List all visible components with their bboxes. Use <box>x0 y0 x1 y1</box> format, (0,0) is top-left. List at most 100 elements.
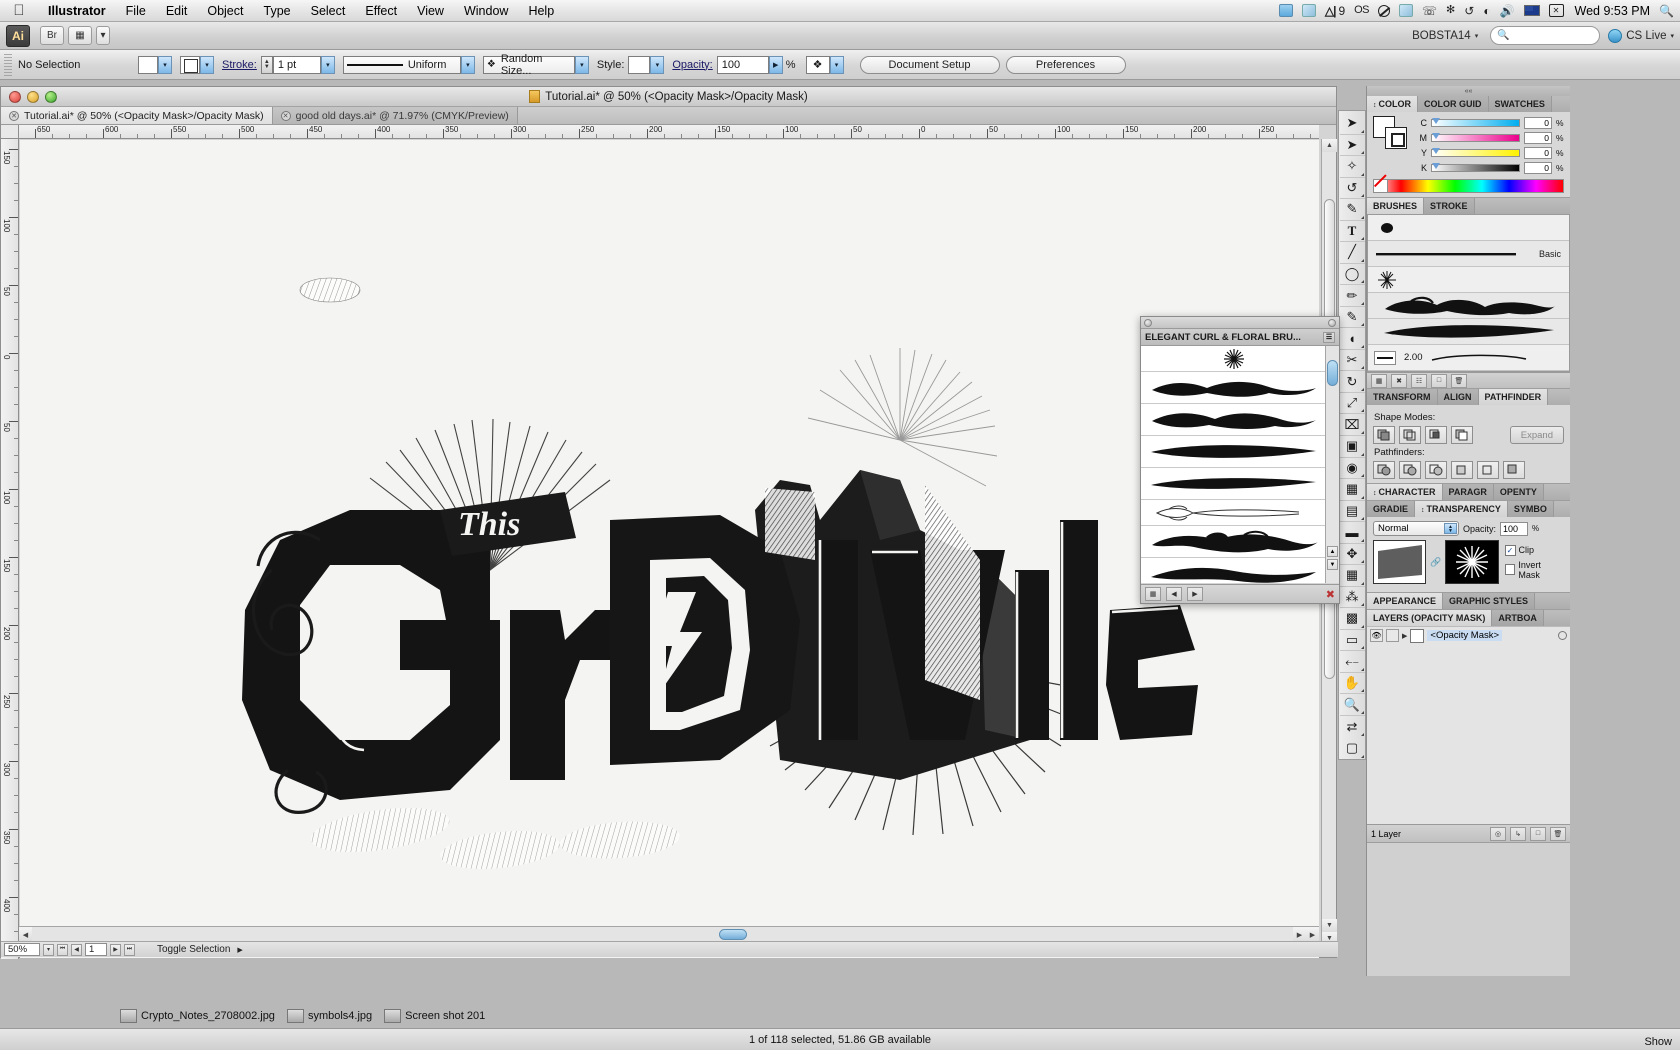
status-chevron-right-icon[interactable]: ▶ <box>237 946 242 954</box>
tool-line-segment[interactable]: ╱ <box>1340 242 1365 264</box>
graphic-style-dropdown-icon[interactable]: ▾ <box>650 56 664 74</box>
clip-checkbox[interactable]: ✓ <box>1505 545 1516 556</box>
tool-mesh[interactable]: ▤ <box>1340 501 1365 523</box>
intersect-button[interactable] <box>1425 426 1447 444</box>
brush-item-starburst[interactable] <box>1141 346 1327 372</box>
mask-thumbnail[interactable] <box>1445 540 1498 584</box>
zoom-level-input[interactable]: 50% <box>4 943 40 956</box>
brush-library-scroll-thumb[interactable] <box>1327 360 1338 386</box>
tab-paragraph[interactable]: PARAGR <box>1443 484 1494 500</box>
color-channel-c[interactable]: C 0 % <box>1417 116 1564 129</box>
make-clipping-mask-icon[interactable]: ◎ <box>1490 827 1506 841</box>
tab-swatches[interactable]: SWATCHES <box>1489 96 1552 112</box>
brush-item-wave-blob[interactable] <box>1141 372 1327 404</box>
brush-item-floral-curl[interactable] <box>1141 500 1327 526</box>
blend-mode-select[interactable]: Normal ▲▼ <box>1373 521 1459 536</box>
next-page-button[interactable]: ▶ <box>110 944 121 956</box>
tool-rotate[interactable]: ↻ <box>1340 371 1365 393</box>
tool-ellipse[interactable]: ◯ <box>1340 264 1365 286</box>
library-menu-icon[interactable]: ▦ <box>1145 587 1161 601</box>
merge-button[interactable] <box>1425 461 1447 479</box>
brush-library-list[interactable] <box>1141 346 1327 583</box>
control-bar-grip[interactable] <box>4 54 12 76</box>
tool-gradient[interactable]: ▬ <box>1340 522 1365 544</box>
brushes-list[interactable]: Basic <box>1367 214 1570 372</box>
tool-shape-builder[interactable]: ◉ <box>1340 458 1365 480</box>
brush-item-double-wave[interactable] <box>1141 404 1327 436</box>
tab-transform[interactable]: TRANSFORM <box>1367 389 1438 405</box>
brush-basic-line[interactable]: Basic <box>1368 241 1569 267</box>
menu-item-illustrator[interactable]: Illustrator <box>38 0 116 22</box>
channel-slider-y[interactable] <box>1431 149 1520 157</box>
minus-front-button[interactable] <box>1399 426 1421 444</box>
last-page-button[interactable]: ⏭ <box>124 944 135 956</box>
page-number-input[interactable]: 1 <box>85 943 107 956</box>
tab-brushes[interactable]: BRUSHES <box>1367 198 1424 214</box>
document-setup-button[interactable]: Document Setup <box>860 56 1000 74</box>
layers-list-empty-area[interactable] <box>1367 644 1570 824</box>
horizontal-scroll-thumb[interactable] <box>719 929 747 940</box>
stroke-weight-value[interactable]: 2.00 <box>1404 352 1423 363</box>
tab-stroke[interactable]: STROKE <box>1424 198 1475 214</box>
tab-close-icon[interactable]: ✕ <box>9 111 19 121</box>
brush-scroll-up-icon[interactable]: ▲ <box>1327 546 1338 557</box>
menu-item-object[interactable]: Object <box>197 0 253 22</box>
layer-expand-chevron-icon[interactable]: ▶ <box>1402 632 1407 640</box>
close-window-button[interactable] <box>9 91 21 103</box>
scroll-right2-icon[interactable]: ▶ <box>1306 927 1319 942</box>
brush-library-panel[interactable]: ELEGANT CURL & FLORAL BRU... ☰ <box>1140 316 1340 604</box>
scroll-down-icon[interactable]: ▼ <box>1322 919 1337 932</box>
apple-menu-icon[interactable]:  <box>0 3 38 18</box>
tab-align[interactable]: ALIGN <box>1438 389 1479 405</box>
menu-item-help[interactable]: Help <box>518 0 564 22</box>
tool-width[interactable]: ⌧ <box>1340 414 1365 436</box>
ruler-origin-corner[interactable] <box>1 125 19 139</box>
document-status-label[interactable]: Toggle Selection <box>157 944 230 955</box>
volume-icon[interactable]: 🔊 <box>1500 5 1515 17</box>
outline-button[interactable] <box>1477 461 1499 479</box>
scroll-right-icon[interactable]: ▶ <box>1293 927 1306 942</box>
tool-free-transform[interactable]: ▣ <box>1340 436 1365 458</box>
minus-back-button[interactable] <box>1503 461 1525 479</box>
timemachine-icon[interactable]: ↺ <box>1464 5 1474 17</box>
tool-magic-wand[interactable]: ✧ <box>1340 156 1365 178</box>
stroke-profile-combo[interactable]: Uniform <box>343 56 461 74</box>
tool-direct-selection[interactable]: ➤ <box>1340 135 1365 157</box>
channel-value-k[interactable]: 0 <box>1524 162 1552 174</box>
fill-color-swatch[interactable] <box>138 56 158 74</box>
color-spectrum-bar[interactable] <box>1373 179 1564 193</box>
tab-pathfinder[interactable]: PATHFINDER <box>1479 389 1549 405</box>
channel-value-c[interactable]: 0 <box>1524 117 1552 129</box>
tab-close-icon[interactable]: ✕ <box>281 111 291 121</box>
tool-blend[interactable]: ▦ <box>1340 565 1365 587</box>
delete-brush-icon[interactable]: ✖ <box>1326 588 1335 601</box>
wifi-icon[interactable]: ◐ <box>1483 5 1490 17</box>
blue-square-icon[interactable] <box>1279 4 1293 17</box>
canvas-area[interactable]: This <box>20 140 1319 958</box>
menu-item-effect[interactable]: Effect <box>355 0 407 22</box>
new-layer-icon[interactable]: □ <box>1530 827 1546 841</box>
tab-graphic-styles[interactable]: GRAPHIC STYLES <box>1443 593 1535 609</box>
exclude-button[interactable] <box>1451 426 1473 444</box>
menu-item-view[interactable]: View <box>407 0 454 22</box>
select-similar-button[interactable]: ❖ <box>806 56 830 74</box>
tab-symbols[interactable]: SYMBO <box>1508 501 1554 517</box>
dropbox-icon[interactable] <box>1302 4 1316 17</box>
tab-color[interactable]: ↕COLOR <box>1367 96 1418 112</box>
tool-artboard[interactable]: ▭ <box>1340 630 1365 652</box>
stroke-swatch[interactable] <box>1385 127 1407 149</box>
dock-collapse-button[interactable]: «« <box>1367 86 1570 96</box>
document-tab-good-old-days[interactable]: ✕ good old days.ai* @ 71.97% (CMYK/Previ… <box>273 107 518 124</box>
layer-visibility-eye-icon[interactable]: 👁 <box>1370 629 1383 642</box>
brush-library-close-icon[interactable] <box>1144 319 1152 327</box>
graphic-style-swatch[interactable] <box>628 56 650 74</box>
brush-library-tab[interactable]: ELEGANT CURL & FLORAL BRU... ☰ <box>1141 329 1339 346</box>
brush-definition-combo[interactable]: ❖ Random Size... <box>483 56 575 74</box>
scroll-up-icon[interactable]: ▲ <box>1322 139 1337 152</box>
fill-stroke-indicator[interactable] <box>1373 116 1409 150</box>
channel-slider-m[interactable] <box>1431 134 1520 142</box>
color-channel-m[interactable]: M 0 % <box>1417 131 1564 144</box>
channel-value-m[interactable]: 0 <box>1524 132 1552 144</box>
battery-icon[interactable]: ✕ <box>1549 4 1564 17</box>
fill-dropdown-icon[interactable]: ▾ <box>158 56 172 74</box>
